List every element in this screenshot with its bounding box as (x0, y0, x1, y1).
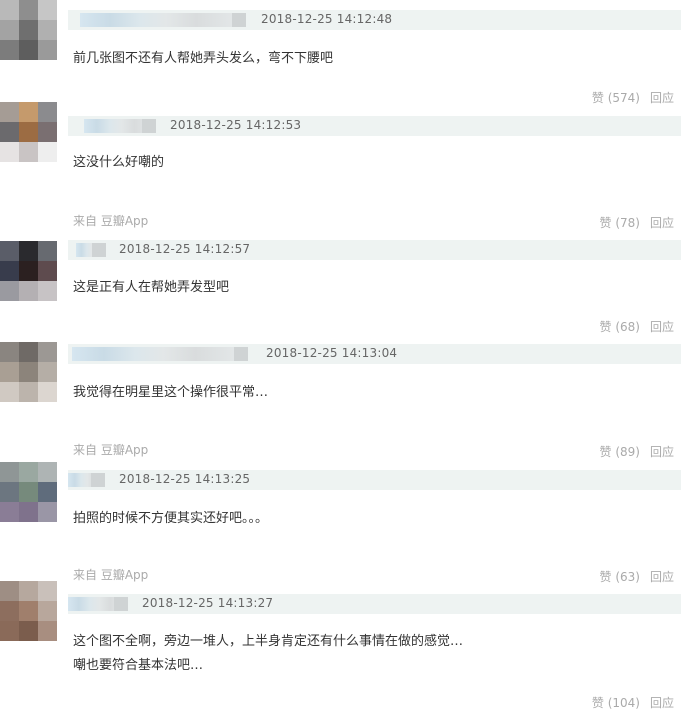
comment-header: 2018-12-25 14:13:04 (68, 344, 681, 364)
comment-time: 2018-12-25 14:12:57 (119, 242, 251, 256)
comment-line: 前几张图不还有人帮她弄头发么，弯不下腰吧 (73, 51, 334, 66)
reply-button[interactable]: 回应 (650, 445, 674, 459)
comment-line: 这没什么好嘲的 (73, 155, 165, 170)
comment-actions: 赞 (68) 回应 (600, 318, 674, 335)
username-blurred[interactable] (76, 243, 106, 257)
comment-text: 拍照的时候不方便其实还好吧。。。 (73, 507, 268, 531)
like-button[interactable]: 赞 (63) (600, 570, 640, 584)
comment-source: 来自 豆瓣App (73, 568, 149, 582)
username-blurred[interactable] (68, 473, 105, 487)
username-blurred[interactable] (80, 13, 246, 27)
reply-button[interactable]: 回应 (650, 216, 674, 230)
avatar[interactable] (0, 241, 57, 301)
comment-line: 拍照的时候不方便其实还好吧。。。 (73, 511, 269, 526)
reply-button[interactable]: 回应 (650, 570, 674, 584)
comment-header: 2018-12-25 14:13:25 (68, 470, 681, 490)
comment-actions: 赞 (89) 回应 (600, 443, 674, 460)
username-blurred[interactable] (68, 597, 128, 611)
comment-line: 这个图不全啊，旁边一堆人，上半身肯定还有什么事情在做的感觉… (73, 634, 464, 649)
reply-button[interactable]: 回应 (650, 696, 674, 710)
comment-actions: 赞 (104) 回应 (592, 694, 674, 711)
reply-button[interactable]: 回应 (650, 320, 674, 334)
avatar[interactable] (0, 102, 57, 162)
comment-time: 2018-12-25 14:12:48 (261, 12, 393, 26)
comment-actions: 赞 (63) 回应 (600, 568, 674, 585)
comment-source: 来自 豆瓣App (73, 443, 149, 457)
reply-button[interactable]: 回应 (650, 91, 674, 105)
comment-text: 我觉得在明星里这个操作很平常… (73, 381, 268, 405)
comment-time: 2018-12-25 14:12:53 (170, 118, 302, 132)
like-button[interactable]: 赞 (104) (592, 696, 640, 710)
comment-line: 嘲也要符合基本法吧… (73, 658, 204, 673)
username-blurred[interactable] (72, 347, 248, 361)
avatar[interactable] (0, 342, 57, 402)
comment-text: 前几张图不还有人帮她弄头发么，弯不下腰吧 (73, 47, 333, 71)
comment-text: 这个图不全啊，旁边一堆人，上半身肯定还有什么事情在做的感觉… 嘲也要符合基本法吧… (73, 630, 463, 678)
like-button[interactable]: 赞 (68) (600, 320, 640, 334)
comment-text: 这是正有人在帮她弄发型吧 (73, 276, 229, 300)
comment-time: 2018-12-25 14:13:25 (119, 472, 251, 486)
avatar[interactable] (0, 462, 57, 522)
avatar[interactable] (0, 0, 57, 60)
avatar[interactable] (0, 581, 57, 641)
comment-time: 2018-12-25 14:13:04 (266, 346, 398, 360)
comment-line: 这是正有人在帮她弄发型吧 (73, 280, 230, 295)
comment-actions: 赞 (78) 回应 (600, 214, 674, 231)
comment-header: 2018-12-25 14:12:57 (68, 240, 681, 260)
like-button[interactable]: 赞 (89) (600, 445, 640, 459)
comment-item: 2018-12-25 14:12:48 前几张图不还有人帮她弄头发么，弯不下腰吧… (0, 0, 681, 110)
comment-actions: 赞 (574) 回应 (592, 89, 674, 106)
comment-header: 2018-12-25 14:12:53 (68, 116, 681, 136)
like-button[interactable]: 赞 (78) (600, 216, 640, 230)
like-button[interactable]: 赞 (574) (592, 91, 640, 105)
comment-time: 2018-12-25 14:13:27 (142, 596, 274, 610)
comment-header: 2018-12-25 14:12:48 (68, 10, 681, 30)
comment-source: 来自 豆瓣App (73, 214, 149, 228)
comment-line: 我觉得在明星里这个操作很平常… (73, 385, 269, 400)
comment-text: 这没什么好嘲的 (73, 151, 164, 175)
comment-header: 2018-12-25 14:13:27 (68, 594, 681, 614)
username-blurred[interactable] (84, 119, 156, 133)
